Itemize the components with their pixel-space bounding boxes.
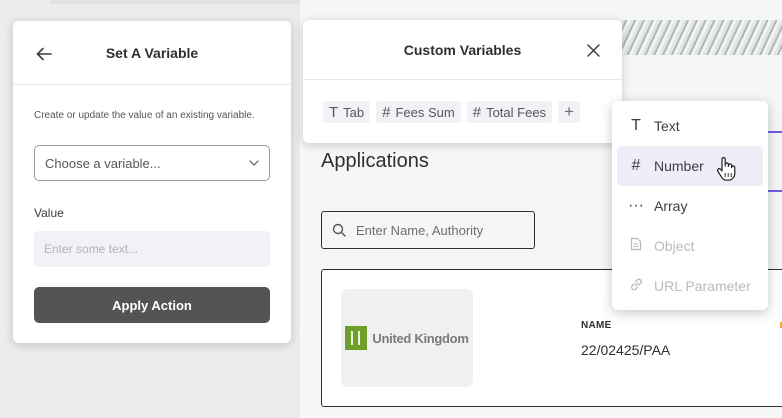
close-button[interactable]	[583, 40, 603, 60]
chip-label: Total Fees	[486, 104, 547, 120]
menu-item-array[interactable]: ··· Array	[617, 186, 763, 226]
menu-item-label: Text	[654, 118, 680, 134]
select-placeholder: Choose a variable...	[45, 155, 161, 171]
panel-description: Create or update the value of an existin…	[34, 110, 255, 121]
value-input[interactable]	[34, 231, 270, 267]
uk-logo-icon	[345, 326, 368, 350]
menu-item-url-parameter: URL Parameter	[617, 266, 763, 306]
application-thumbnail: United Kingdom	[341, 289, 473, 387]
panel-title: Custom Variables	[403, 42, 522, 58]
add-variable-button[interactable]: +	[558, 101, 581, 123]
plus-icon: +	[564, 102, 575, 121]
set-variable-panel: Set A Variable Create or update the valu…	[13, 21, 291, 343]
name-value: 22/02425/PAA	[581, 342, 671, 358]
value-label: Value	[34, 206, 64, 220]
search-input[interactable]	[356, 222, 526, 238]
panel-title: Set A Variable	[105, 45, 199, 61]
menu-item-number[interactable]: # Number	[617, 146, 763, 186]
panel-header: Set A Variable	[13, 21, 291, 85]
variable-chip-total-fees[interactable]: # Total Fees	[466, 101, 553, 123]
ellipsis-icon: ···	[628, 197, 644, 214]
menu-item-label: Object	[654, 238, 695, 254]
menu-item-label: Number	[654, 158, 704, 174]
hash-icon: #	[631, 157, 641, 174]
variable-chip-fees-sum[interactable]: # Fees Sum	[376, 101, 461, 123]
link-icon	[628, 277, 644, 296]
menu-item-object: Object	[617, 226, 763, 266]
search-field[interactable]	[321, 211, 535, 249]
accent-line	[767, 131, 782, 133]
menu-item-label: Array	[654, 198, 688, 214]
header-photo	[622, 20, 782, 55]
logo-text: United Kingdom	[372, 330, 469, 346]
close-icon	[586, 43, 600, 57]
chevron-down-icon	[249, 160, 259, 166]
name-label: NAME	[581, 320, 612, 331]
text-type-icon: T	[329, 103, 339, 121]
chip-label: Tab	[343, 104, 365, 120]
custom-variables-panel: Custom Variables T Tab # Fees Sum # Tota…	[303, 20, 622, 143]
variable-chip-tab[interactable]: T Tab	[323, 101, 371, 123]
panel-header: Custom Variables	[303, 20, 622, 80]
accent-line	[767, 190, 782, 192]
document-icon	[628, 237, 644, 255]
chip-label: Fees Sum	[395, 104, 455, 120]
variable-chip-list: T Tab # Fees Sum # Total Fees +	[323, 101, 581, 123]
menu-item-label: URL Parameter	[654, 278, 751, 294]
hash-icon: #	[382, 103, 391, 121]
variable-select[interactable]: Choose a variable...	[34, 145, 270, 181]
hash-icon: #	[472, 103, 482, 121]
text-type-icon: T	[631, 117, 641, 134]
variable-type-menu: T Text # Number ··· Array Object URL Par…	[612, 101, 768, 310]
search-icon	[332, 223, 346, 237]
apply-action-button[interactable]: Apply Action	[34, 287, 270, 323]
menu-item-text[interactable]: T Text	[617, 106, 763, 146]
page-title: Applications	[321, 150, 429, 172]
